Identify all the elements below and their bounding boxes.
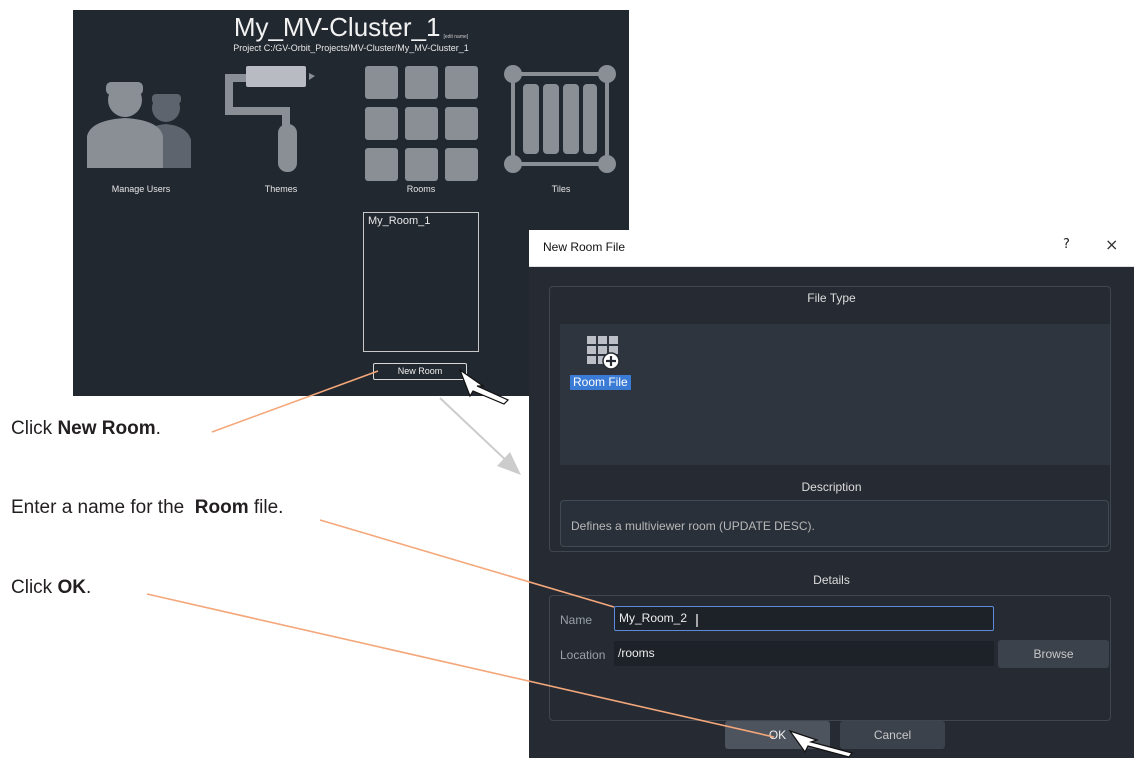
room-list[interactable]: My_Room_1 [363, 212, 479, 352]
dialog-titlebar: New Room File ? × [529, 230, 1134, 267]
room-file-option[interactable]: Room File [570, 375, 631, 390]
instruction-2-bold: Room [194, 497, 249, 518]
instruction-3-bold: OK [57, 577, 86, 598]
close-icon[interactable]: × [1105, 235, 1118, 254]
room-list-item[interactable]: My_Room_1 [368, 215, 430, 227]
instruction-3-suffix: . [85, 577, 92, 598]
browse-button[interactable]: Browse [998, 640, 1109, 668]
instruction-1-prefix: Click [11, 418, 58, 439]
tiles-label: Tiles [551, 184, 571, 194]
project-title: My_MV-Cluster_1 [edit name] [73, 12, 629, 43]
transition-arrow [439, 397, 521, 475]
instruction-2-prefix: Enter a name for the [11, 497, 195, 518]
manage-users-tile[interactable]: Manage Users [81, 64, 201, 204]
instruction-step-3: Click OK. [11, 577, 91, 599]
tiles-tile[interactable]: Tiles [501, 64, 621, 204]
location-label: Location [560, 648, 606, 662]
new-room-button[interactable]: New Room [373, 363, 467, 380]
location-input[interactable]: /rooms [614, 641, 994, 666]
instruction-3-prefix: Click [11, 577, 58, 598]
description-text: Defines a multiviewer room (UPDATE DESC)… [571, 519, 815, 533]
grid-icon [365, 66, 478, 181]
paint-roller-icon [225, 66, 315, 172]
project-path: Project C:/GV-Orbit_Projects/MV-Cluster/… [233, 43, 469, 53]
instruction-2-suffix: file. [248, 497, 284, 518]
dialog-title: New Room File [543, 240, 626, 254]
themes-label: Themes [264, 184, 298, 194]
file-type-list[interactable] [560, 324, 1110, 465]
help-button[interactable]: ? [1063, 237, 1070, 252]
cancel-button[interactable]: Cancel [840, 721, 945, 749]
instruction-1-bold: New Room [57, 418, 156, 439]
instruction-step-1: Click New Room. [11, 418, 161, 440]
rooms-label: Rooms [406, 184, 436, 194]
description-heading: Description [801, 480, 862, 494]
manage-users-label: Manage Users [111, 184, 171, 194]
users-icon [87, 82, 191, 168]
ok-button[interactable]: OK [725, 721, 830, 749]
tiles-icon [504, 65, 616, 173]
edit-name-link[interactable]: [edit name] [443, 34, 468, 40]
name-input[interactable]: My_Room_2 [614, 606, 994, 631]
rooms-tile[interactable]: Rooms [361, 64, 481, 204]
project-title-text: My_MV-Cluster_1 [233, 12, 441, 42]
new-room-file-dialog: New Room File ? × File Type Room File De… [529, 230, 1134, 758]
instruction-step-2: Enter a name for the Room file. [11, 497, 283, 519]
instruction-1-suffix: . [155, 418, 161, 439]
name-label: Name [560, 613, 593, 627]
themes-tile[interactable]: Themes [221, 64, 341, 204]
room-file-icon[interactable] [587, 336, 623, 372]
details-heading: Details [813, 573, 850, 587]
